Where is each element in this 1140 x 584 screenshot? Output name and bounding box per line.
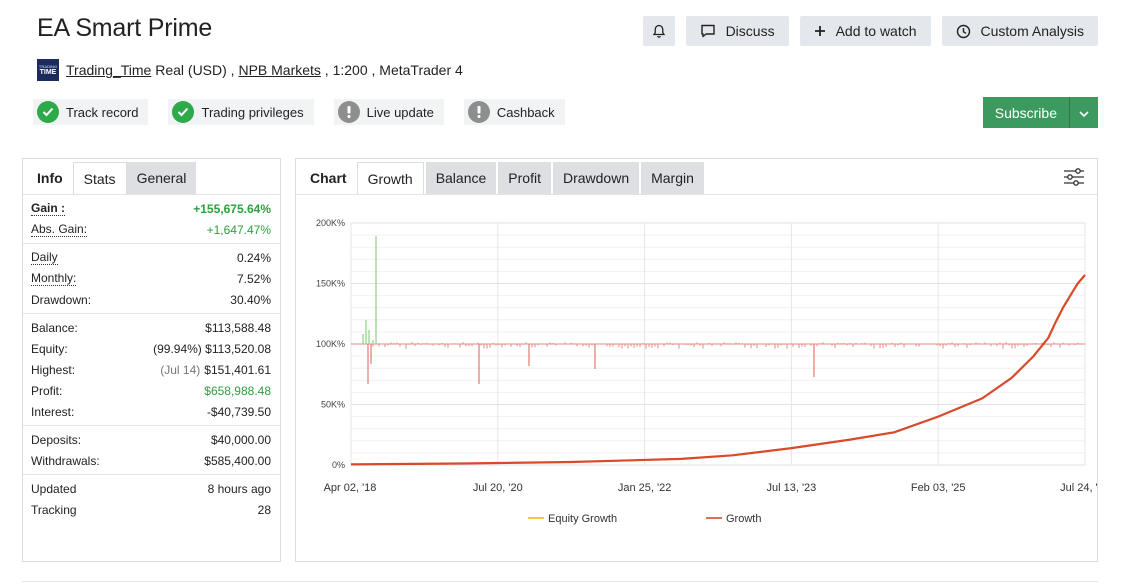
x-tick-label: Jul 24, '26 bbox=[1060, 482, 1097, 494]
tab-margin[interactable]: Margin bbox=[641, 162, 704, 194]
chevron-down-icon bbox=[1079, 104, 1089, 122]
x-tick-label: Jul 20, '20 bbox=[473, 482, 523, 494]
stat-row-updated: Updated 8 hours ago bbox=[31, 481, 271, 496]
exclamation-icon bbox=[467, 101, 490, 123]
check-icon bbox=[37, 101, 59, 123]
stat-row-gain: Gain : +155,675.64% bbox=[31, 200, 271, 216]
y-tick-label: 0% bbox=[332, 460, 345, 470]
plus-icon bbox=[814, 25, 826, 37]
x-tick-label: Jan 25, '22 bbox=[618, 482, 671, 494]
stat-group-rates: Daily 0.24% Monthly: 7.52% Drawdown: 30.… bbox=[23, 244, 280, 314]
clock-icon bbox=[956, 24, 971, 39]
stat-group-tracking: Updated 8 hours ago Tracking 28 bbox=[23, 475, 280, 523]
stat-row-deposits: Deposits: $40,000.00 bbox=[31, 432, 271, 447]
bell-icon bbox=[652, 24, 666, 39]
page-title: EA Smart Prime bbox=[37, 14, 213, 42]
badge-track-record[interactable]: Track record bbox=[33, 99, 149, 125]
tab-stats[interactable]: Stats bbox=[72, 162, 127, 194]
tab-info[interactable]: Info bbox=[27, 162, 73, 194]
stat-group-balance: Balance: $113,588.48 Equity: (99.94%) $1… bbox=[23, 314, 280, 426]
custom-analysis-button[interactable]: Custom Analysis bbox=[941, 16, 1098, 46]
subscribe-dropdown-button[interactable] bbox=[1069, 97, 1098, 128]
chart-spikes bbox=[351, 236, 1085, 384]
tab-profit[interactable]: Profit bbox=[498, 162, 551, 194]
subscribe-group: Subscribe bbox=[982, 97, 1098, 128]
account-meta: TRADING TIME Trading_Time Real (USD) , N… bbox=[37, 59, 463, 81]
tab-balance[interactable]: Balance bbox=[425, 162, 497, 194]
discuss-label: Discuss bbox=[725, 23, 775, 39]
notification-button[interactable] bbox=[642, 16, 675, 46]
legend-label: Equity Growth bbox=[548, 513, 617, 525]
stat-row-monthly: Monthly: 7.52% bbox=[31, 270, 271, 286]
series-line-growth bbox=[350, 274, 1086, 466]
stat-row-withdrawals: Withdrawals: $585,400.00 bbox=[31, 453, 271, 468]
series-line-equity-growth bbox=[350, 274, 1086, 466]
x-tick-label: Apr 02, '18 bbox=[324, 482, 377, 494]
account-leverage-platform: , 1:200 , MetaTrader 4 bbox=[320, 62, 463, 78]
stats-panel: Info Stats General Gain : +155,675.64% A… bbox=[22, 158, 281, 562]
stat-row-drawdown: Drawdown: 30.40% bbox=[31, 292, 271, 307]
discuss-button[interactable]: Discuss bbox=[685, 16, 789, 46]
tab-general[interactable]: General bbox=[126, 162, 197, 194]
chart-panel: Chart Growth Balance Profit Drawdown Mar… bbox=[295, 158, 1098, 562]
top-actions: Discuss Add to watch Custom Analysis bbox=[642, 16, 1098, 46]
tab-chart[interactable]: Chart bbox=[300, 162, 357, 194]
add-to-watch-button[interactable]: Add to watch bbox=[799, 16, 931, 46]
sliders-icon bbox=[1063, 168, 1085, 191]
chart-tabs: Chart Growth Balance Profit Drawdown Mar… bbox=[296, 159, 1097, 195]
check-icon bbox=[172, 101, 195, 123]
stats-tabs: Info Stats General bbox=[23, 159, 280, 195]
account-type: Real (USD) , bbox=[151, 62, 239, 78]
x-tick-label: Feb 03, '25 bbox=[911, 482, 966, 494]
page-divider bbox=[22, 581, 1098, 582]
y-axis: 0% 50K% 100K% 150K% 200K% bbox=[316, 218, 345, 470]
tab-growth[interactable]: Growth bbox=[356, 162, 424, 194]
stat-group-cashflow: Deposits: $40,000.00 Withdrawals: $585,4… bbox=[23, 426, 280, 475]
badge-trading-privileges[interactable]: Trading privileges bbox=[168, 99, 314, 125]
y-tick-label: 50K% bbox=[321, 400, 345, 410]
subscribe-button[interactable]: Subscribe bbox=[982, 97, 1069, 128]
x-axis: Apr 02, '18 Jul 20, '20 Jan 25, '22 Jul 13,… bbox=[324, 482, 1097, 494]
stat-row-equity: Equity: (99.94%) $113,520.08 bbox=[31, 341, 271, 356]
stat-row-profit: Profit: $658,988.48 bbox=[31, 383, 271, 398]
broker-link[interactable]: NPB Markets bbox=[238, 62, 320, 78]
trader-link[interactable]: Trading_Time bbox=[66, 62, 151, 78]
chart-legend: Equity Growth Growth bbox=[528, 513, 761, 525]
exclamation-icon bbox=[337, 101, 360, 123]
stat-row-interest: Interest: -$40,739.50 bbox=[31, 404, 271, 419]
y-tick-label: 200K% bbox=[316, 218, 345, 228]
chart-settings-button[interactable] bbox=[1063, 167, 1085, 192]
chart-lines bbox=[350, 274, 1086, 466]
badge-live-update[interactable]: Live update bbox=[333, 99, 444, 125]
verification-badges: Track record Trading privileges Live upd… bbox=[33, 99, 565, 125]
tab-drawdown[interactable]: Drawdown bbox=[552, 162, 640, 194]
chat-icon bbox=[700, 24, 716, 38]
badge-cashback[interactable]: Cashback bbox=[463, 99, 565, 125]
stat-row-abs-gain: Abs. Gain: +1,647.47% bbox=[31, 221, 271, 237]
x-tick-label: Jul 13, '23 bbox=[766, 482, 816, 494]
add-to-watch-label: Add to watch bbox=[835, 23, 917, 39]
stat-row-tracking: Tracking 28 bbox=[31, 502, 271, 517]
y-tick-label: 150K% bbox=[316, 279, 345, 289]
custom-analysis-label: Custom Analysis bbox=[980, 23, 1084, 39]
stat-row-balance: Balance: $113,588.48 bbox=[31, 320, 271, 335]
trader-logo: TRADING TIME bbox=[37, 59, 59, 81]
growth-chart[interactable]: 0% 50K% 100K% 150K% 200K% Apr 02, '18 Jul 20,… bbox=[296, 196, 1097, 562]
legend-label: Growth bbox=[726, 513, 761, 525]
stat-row-daily: Daily 0.24% bbox=[31, 249, 271, 265]
stat-row-highest: Highest: (Jul 14) $151,401.61 bbox=[31, 362, 271, 377]
stat-group-gain: Gain : +155,675.64% Abs. Gain: +1,647.47… bbox=[23, 195, 280, 244]
y-tick-label: 100K% bbox=[316, 339, 345, 349]
